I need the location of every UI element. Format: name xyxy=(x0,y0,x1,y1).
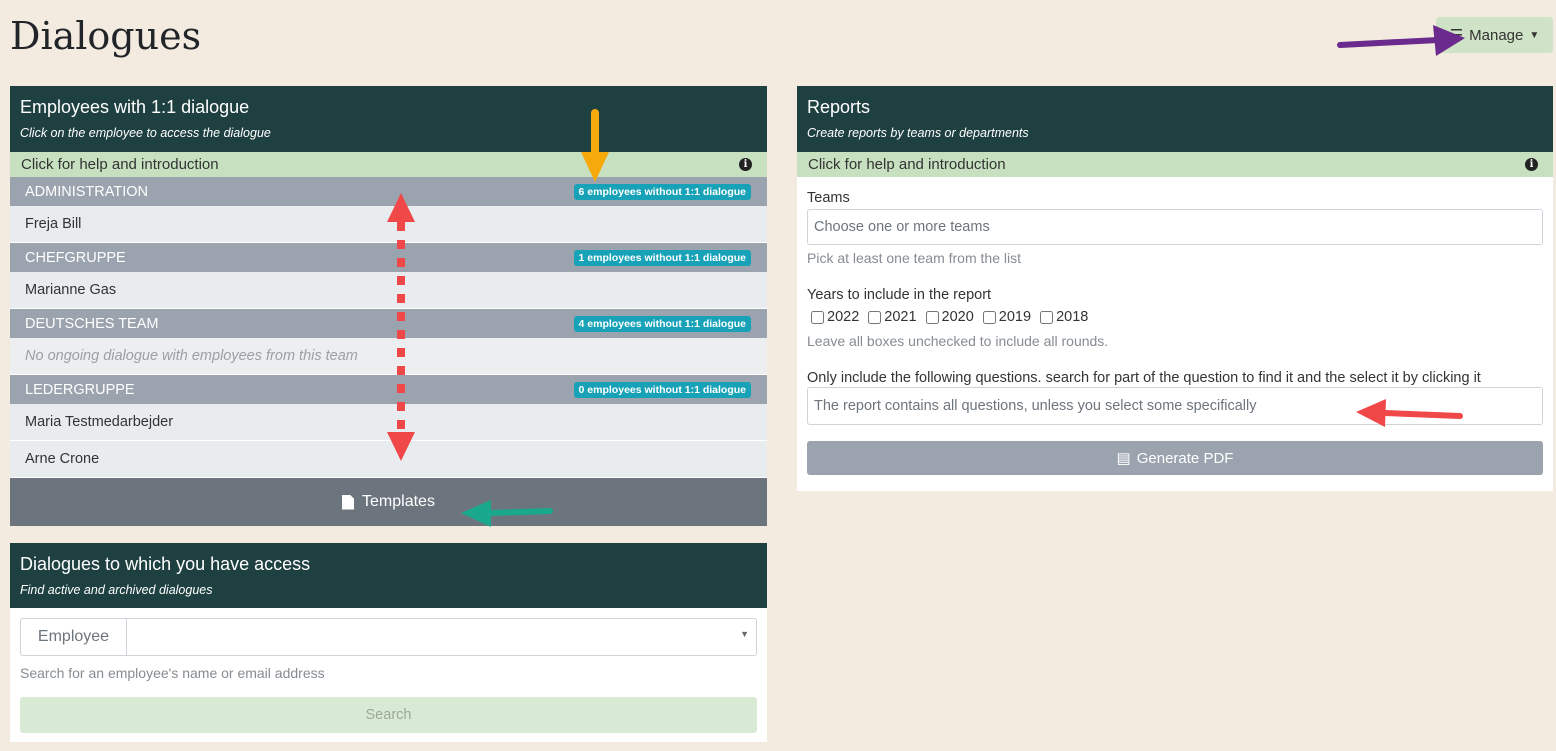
generate-pdf-button[interactable]: ▤ Generate PDF xyxy=(807,441,1543,475)
year-checkbox-2020[interactable]: 2020 xyxy=(925,309,974,325)
team-row-ledergruppe[interactable]: LEDERGRUPPE 0 employees without 1:1 dial… xyxy=(10,375,767,404)
reports-help-bar[interactable]: Click for help and introduction i xyxy=(797,152,1553,177)
team-row-administration[interactable]: ADMINISTRATION 6 employees without 1:1 d… xyxy=(10,177,767,206)
year-checkbox-2022[interactable]: 2022 xyxy=(811,309,859,325)
year-checkbox-2019[interactable]: 2019 xyxy=(982,309,1032,325)
teams-label: Teams xyxy=(807,190,850,206)
file-icon xyxy=(342,494,355,510)
dropdown-arrow-icon: ▼ xyxy=(740,629,749,639)
templates-label: Templates xyxy=(362,493,435,510)
teams-input[interactable]: Choose one or more teams xyxy=(807,209,1543,245)
team-badge: 4 employees without 1:1 dialogue xyxy=(573,315,751,332)
year-label: 2018 xyxy=(1056,309,1089,325)
team-row-deutsches-team[interactable]: DEUTSCHES TEAM 4 employees without 1:1 d… xyxy=(10,309,767,338)
year-checkbox-2021[interactable]: 2021 xyxy=(868,309,917,325)
info-icon: i xyxy=(739,158,752,171)
team-badge: 0 employees without 1:1 dialogue xyxy=(573,381,751,398)
empty-team-message: No ongoing dialogue with employees from … xyxy=(10,338,767,375)
questions-label: Only include the following questions. se… xyxy=(807,370,1481,386)
year-label: 2022 xyxy=(827,309,860,325)
help-label: Click for help and introduction xyxy=(808,156,1006,173)
team-name: LEDERGRUPPE xyxy=(25,381,135,398)
year-checkbox-2018[interactable]: 2018 xyxy=(1040,309,1088,325)
access-card-subtitle: Find active and archived dialogues xyxy=(20,583,213,597)
team-name: ADMINISTRATION xyxy=(25,183,148,200)
employees-card-subtitle: Click on the employee to access the dial… xyxy=(20,126,271,140)
employee-row[interactable]: Arne Crone xyxy=(10,441,767,478)
year-label: 2021 xyxy=(884,309,917,325)
access-card-title: Dialogues to which you have access xyxy=(20,554,311,574)
years-hint: Leave all boxes unchecked to include all… xyxy=(807,333,1109,349)
reports-card-header: Reports Create reports by teams or depar… xyxy=(797,86,1553,152)
team-name: DEUTSCHES TEAM xyxy=(25,315,159,332)
reports-card: Reports Create reports by teams or depar… xyxy=(797,86,1553,491)
page-title: Dialogues xyxy=(10,14,202,58)
templates-button[interactable]: Templates xyxy=(10,478,767,526)
employee-row[interactable]: Maria Testmedarbejder xyxy=(10,404,767,441)
employee-row[interactable]: Freja Bill xyxy=(10,206,767,243)
years-checkboxes: 2022 2021 2020 2019 2018 xyxy=(807,309,1543,325)
list-icon: ☰ xyxy=(1449,27,1464,44)
employees-card: Employees with 1:1 dialogue Click on the… xyxy=(10,86,767,526)
employees-card-title: Employees with 1:1 dialogue xyxy=(20,97,250,117)
generate-pdf-label: Generate PDF xyxy=(1136,449,1234,467)
employee-search-hint: Search for an employee's name or email a… xyxy=(20,665,325,681)
employee-select[interactable]: ▼ xyxy=(127,619,756,655)
help-label: Click for help and introduction xyxy=(21,156,219,173)
search-button[interactable]: Search xyxy=(20,697,757,733)
questions-input[interactable]: The report contains all questions, unles… xyxy=(807,387,1543,425)
bar-chart-icon: ▤ xyxy=(1116,450,1131,467)
employees-card-header: Employees with 1:1 dialogue Click on the… xyxy=(10,86,767,152)
team-name: CHEFGRUPPE xyxy=(25,249,126,266)
manage-label: Manage xyxy=(1469,26,1524,44)
manage-button[interactable]: ☰ Manage ▼ xyxy=(1436,17,1553,53)
teams-hint: Pick at least one team from the list xyxy=(807,250,1021,266)
year-label: 2020 xyxy=(941,309,974,325)
access-card: Dialogues to which you have access Find … xyxy=(10,543,767,742)
caret-down-icon: ▼ xyxy=(1529,29,1540,41)
access-card-header: Dialogues to which you have access Find … xyxy=(10,543,767,608)
employee-row[interactable]: Marianne Gas xyxy=(10,272,767,309)
team-badge: 1 employees without 1:1 dialogue xyxy=(573,249,751,266)
team-row-chefgruppe[interactable]: CHEFGRUPPE 1 employees without 1:1 dialo… xyxy=(10,243,767,272)
info-icon: i xyxy=(1525,158,1538,171)
years-label: Years to include in the report xyxy=(807,287,992,303)
reports-card-title: Reports xyxy=(807,97,871,117)
employee-search-group: Employee ▼ xyxy=(20,618,757,656)
year-label: 2019 xyxy=(998,309,1032,325)
employee-addon: Employee xyxy=(21,619,127,655)
reports-card-subtitle: Create reports by teams or departments xyxy=(807,126,1029,140)
employees-help-bar[interactable]: Click for help and introduction i xyxy=(10,152,767,177)
team-badge: 6 employees without 1:1 dialogue xyxy=(573,183,751,200)
